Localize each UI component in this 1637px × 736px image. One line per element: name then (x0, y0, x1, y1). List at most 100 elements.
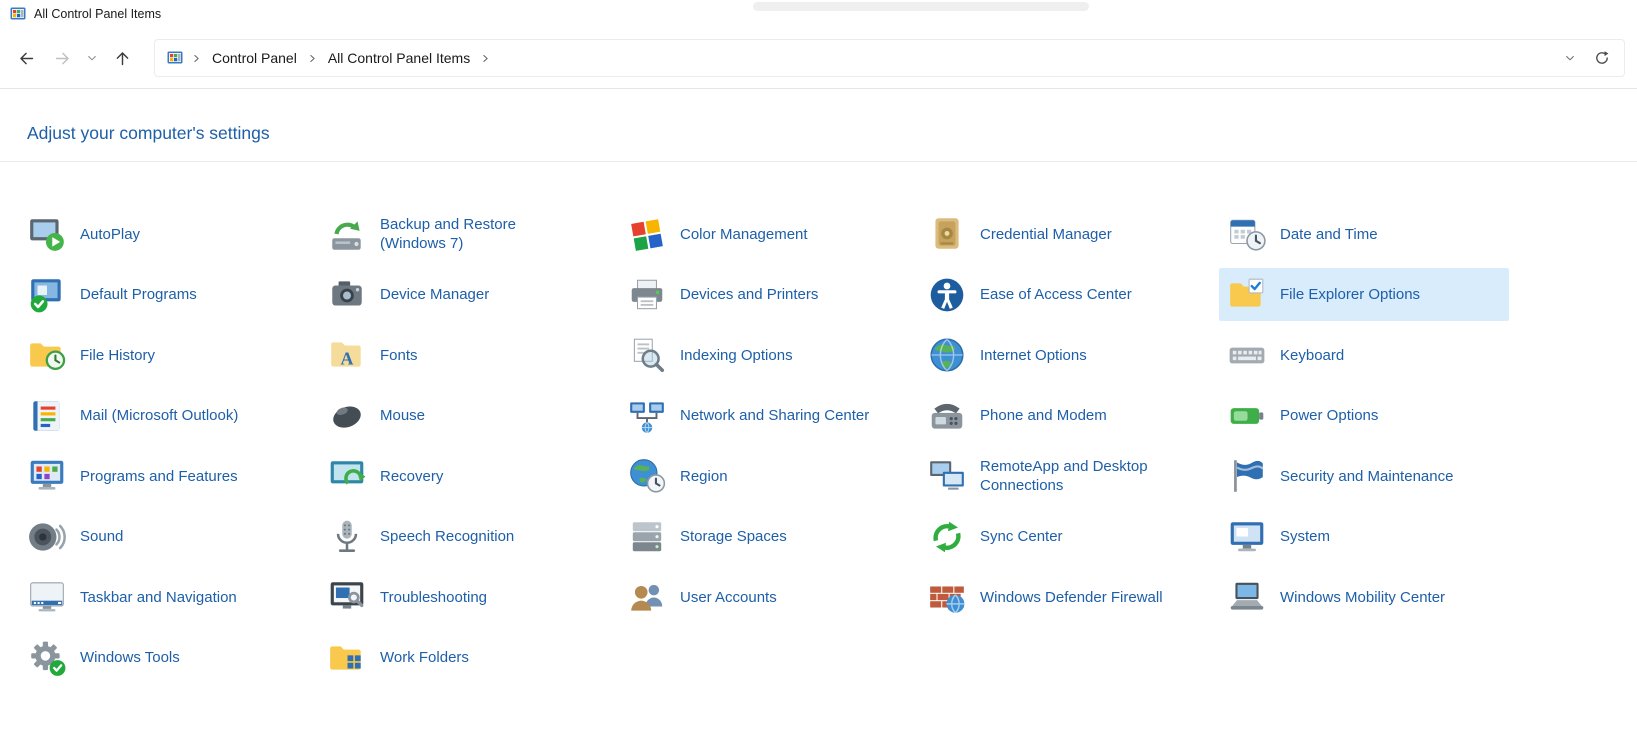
control-panel-item-label[interactable]: Color Management (680, 225, 808, 245)
control-panel-item-label[interactable]: Backup and Restore (Windows 7) (380, 215, 580, 254)
breadcrumb-chevron-icon[interactable] (478, 53, 493, 64)
programs-features-icon (27, 456, 67, 496)
control-panel-item-backup-and-restore-windows-7[interactable]: Backup and Restore (Windows 7) (319, 208, 609, 261)
control-panel-item-label[interactable]: Device Manager (380, 285, 489, 305)
control-panel-item-label[interactable]: Mouse (380, 406, 425, 426)
control-panel-item-label[interactable]: Windows Mobility Center (1280, 588, 1445, 608)
control-panel-item-label[interactable]: System (1280, 527, 1330, 547)
control-panel-item-file-history[interactable]: File History (19, 329, 309, 382)
control-panel-item-fonts[interactable]: A Fonts (319, 329, 609, 382)
control-panel-item-label[interactable]: Internet Options (980, 346, 1087, 366)
control-panel-item-label[interactable]: User Accounts (680, 588, 777, 608)
control-panel-item-label[interactable]: Windows Tools (80, 648, 180, 668)
control-panel-item-internet-options[interactable]: Internet Options (919, 329, 1209, 382)
forward-arrow-icon (54, 50, 71, 67)
control-panel-item-taskbar-and-navigation[interactable]: Taskbar and Navigation (19, 571, 309, 624)
control-panel-item-remoteapp-and-desktop-connections[interactable]: RemoteApp and Desktop Connections (919, 450, 1209, 503)
control-panel-item-work-folders[interactable]: Work Folders (319, 631, 609, 684)
control-panel-item-label[interactable]: Security and Maintenance (1280, 467, 1453, 487)
control-panel-item-label[interactable]: Storage Spaces (680, 527, 787, 547)
refresh-button[interactable] (1584, 41, 1620, 75)
recent-locations-dropdown[interactable] (80, 41, 104, 75)
defender-firewall-icon (927, 577, 967, 617)
header-separator (0, 161, 1637, 162)
control-panel-item-sync-center[interactable]: Sync Center (919, 510, 1209, 563)
control-panel-item-label[interactable]: Mail (Microsoft Outlook) (80, 406, 238, 426)
control-panel-item-recovery[interactable]: Recovery (319, 450, 609, 503)
control-panel-item-keyboard[interactable]: Keyboard (1219, 329, 1509, 382)
control-panel-item-label[interactable]: Windows Defender Firewall (980, 588, 1163, 608)
region-icon (627, 456, 667, 496)
control-panel-item-indexing-options[interactable]: Indexing Options (619, 329, 909, 382)
control-panel-item-device-manager[interactable]: Device Manager (319, 268, 609, 321)
up-arrow-icon (114, 50, 131, 67)
breadcrumb-all-control-panel-items[interactable]: All Control Panel Items (322, 50, 476, 66)
up-button[interactable] (104, 41, 140, 75)
control-panel-item-label[interactable]: Credential Manager (980, 225, 1112, 245)
control-panel-item-system[interactable]: System (1219, 510, 1509, 563)
control-panel-item-label[interactable]: Programs and Features (80, 467, 238, 487)
control-panel-item-user-accounts[interactable]: User Accounts (619, 571, 909, 624)
control-panel-item-default-programs[interactable]: Default Programs (19, 268, 309, 321)
control-panel-item-mail-microsoft-outlook[interactable]: Mail (Microsoft Outlook) (19, 389, 309, 442)
control-panel-item-label[interactable]: Recovery (380, 467, 443, 487)
control-panel-item-power-options[interactable]: Power Options (1219, 389, 1509, 442)
chevron-down-icon (1564, 52, 1576, 64)
control-panel-item-date-and-time[interactable]: Date and Time (1219, 208, 1509, 261)
network-sharing-icon (627, 396, 667, 436)
control-panel-item-file-explorer-options[interactable]: File Explorer Options (1219, 268, 1509, 321)
control-panel-item-label[interactable]: Fonts (380, 346, 418, 366)
control-panel-item-color-management[interactable]: Color Management (619, 208, 909, 261)
autoplay-icon (27, 214, 67, 254)
control-panel-item-label[interactable]: Network and Sharing Center (680, 406, 869, 426)
control-panel-item-label[interactable]: Troubleshooting (380, 588, 487, 608)
control-panel-item-programs-and-features[interactable]: Programs and Features (19, 450, 309, 503)
control-panel-item-label[interactable]: Sync Center (980, 527, 1063, 547)
control-panel-item-storage-spaces[interactable]: Storage Spaces (619, 510, 909, 563)
control-panel-item-label[interactable]: RemoteApp and Desktop Connections (980, 457, 1180, 496)
control-panel-item-label[interactable]: Keyboard (1280, 346, 1344, 366)
control-panel-item-phone-and-modem[interactable]: Phone and Modem (919, 389, 1209, 442)
control-panel-item-label[interactable]: Default Programs (80, 285, 197, 305)
control-panel-item-sound[interactable]: Sound (19, 510, 309, 563)
control-panel-item-region[interactable]: Region (619, 450, 909, 503)
control-panel-item-label[interactable]: Devices and Printers (680, 285, 818, 305)
control-panel-item-ease-of-access-center[interactable]: Ease of Access Center (919, 268, 1209, 321)
control-panel-item-label[interactable]: Date and Time (1280, 225, 1378, 245)
control-panel-item-troubleshooting[interactable]: Troubleshooting (319, 571, 609, 624)
control-panel-item-label[interactable]: Taskbar and Navigation (80, 588, 237, 608)
control-panel-item-mouse[interactable]: Mouse (319, 389, 609, 442)
control-panel-item-label[interactable]: Phone and Modem (980, 406, 1107, 426)
control-panel-item-label[interactable]: File Explorer Options (1280, 285, 1420, 305)
control-panel-item-label[interactable]: AutoPlay (80, 225, 140, 245)
address-bar[interactable]: Control Panel All Control Panel Items (154, 39, 1625, 77)
control-panel-item-label[interactable]: Indexing Options (680, 346, 793, 366)
address-bar-dropdown[interactable] (1558, 41, 1582, 75)
control-panel-item-label[interactable]: Region (680, 467, 728, 487)
control-panel-item-windows-tools[interactable]: Windows Tools (19, 631, 309, 684)
control-panel-item-windows-mobility-center[interactable]: Windows Mobility Center (1219, 571, 1509, 624)
control-panel-item-autoplay[interactable]: AutoPlay (19, 208, 309, 261)
control-panel-item-label[interactable]: Speech Recognition (380, 527, 514, 547)
control-panel-item-network-and-sharing-center[interactable]: Network and Sharing Center (619, 389, 909, 442)
control-panel-item-label[interactable]: Sound (80, 527, 123, 547)
control-panel-item-windows-defender-firewall[interactable]: Windows Defender Firewall (919, 571, 1209, 624)
control-panel-item-label[interactable]: Work Folders (380, 648, 469, 668)
control-panel-item-security-and-maintenance[interactable]: Security and Maintenance (1219, 450, 1509, 503)
breadcrumb-control-panel[interactable]: Control Panel (206, 50, 303, 66)
recovery-icon (327, 456, 367, 496)
control-panel-item-label[interactable]: File History (80, 346, 155, 366)
internet-options-icon (927, 335, 967, 375)
file-history-icon (27, 335, 67, 375)
control-panel-item-label[interactable]: Power Options (1280, 406, 1378, 426)
back-button[interactable] (8, 41, 44, 75)
control-panel-item-label[interactable]: Ease of Access Center (980, 285, 1132, 305)
navigation-bar: Control Panel All Control Panel Items (0, 28, 1637, 89)
control-panel-item-credential-manager[interactable]: Credential Manager (919, 208, 1209, 261)
forward-button[interactable] (44, 41, 80, 75)
control-panel-item-speech-recognition[interactable]: Speech Recognition (319, 510, 609, 563)
breadcrumb-chevron-icon[interactable] (305, 53, 320, 64)
breadcrumb-chevron-icon[interactable] (189, 53, 204, 64)
control-panel-item-devices-and-printers[interactable]: Devices and Printers (619, 268, 909, 321)
ease-of-access-icon (927, 275, 967, 315)
